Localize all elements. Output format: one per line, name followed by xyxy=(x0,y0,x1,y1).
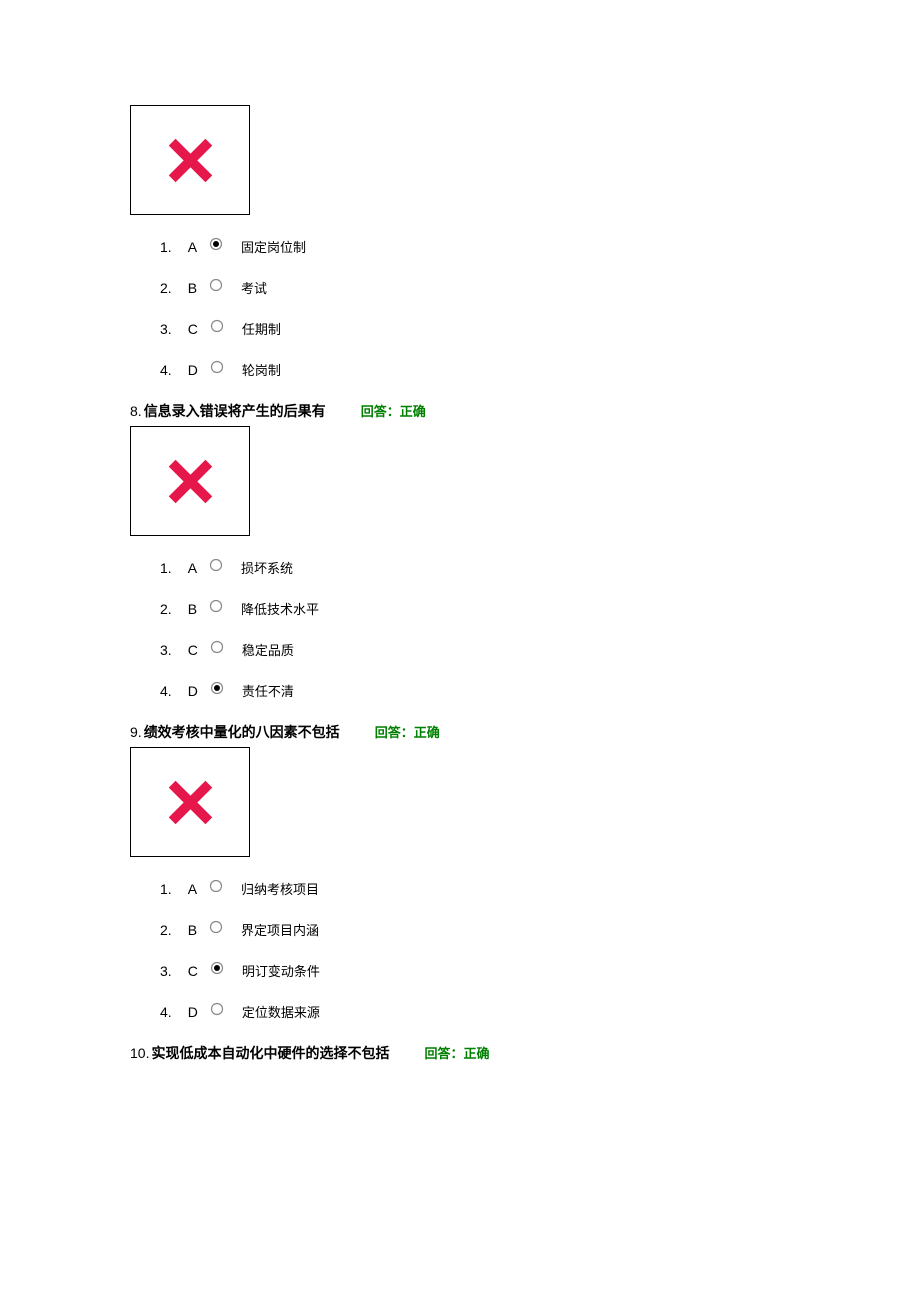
radio-unselected-icon[interactable] xyxy=(209,879,223,893)
question-block-10: 10. 实现低成本自动化中硬件的选择不包括 回答：正确 xyxy=(130,1043,790,1063)
option-letter: C xyxy=(188,963,198,979)
option-letter: B xyxy=(188,922,197,938)
question-number: 9. xyxy=(130,724,142,740)
option-text: 轮岗制 xyxy=(242,360,281,379)
option-item[interactable]: 4. D 定位数据来源 xyxy=(160,1002,790,1021)
radio-unselected-icon[interactable] xyxy=(210,640,224,654)
options-list: 1. A 损坏系统 2. B 降低技术水平 3. C 稳定品质 4. D xyxy=(160,558,790,700)
radio-unselected-icon[interactable] xyxy=(209,278,223,292)
option-text: 定位数据来源 xyxy=(242,1002,320,1021)
question-block-9: 9. 绩效考核中量化的八因素不包括 回答：正确 1. A 归纳考核项目 2. B… xyxy=(130,722,790,1021)
option-number: 1. xyxy=(160,239,172,255)
option-text: 归纳考核项目 xyxy=(241,879,319,898)
broken-image-placeholder xyxy=(130,747,250,857)
option-letter: A xyxy=(188,239,197,255)
radio-unselected-icon[interactable] xyxy=(209,599,223,613)
option-item[interactable]: 2. B 降低技术水平 xyxy=(160,599,790,618)
radio-unselected-icon[interactable] xyxy=(209,920,223,934)
question-block-8: 8. 信息录入错误将产生的后果有 回答：正确 1. A 损坏系统 2. B 降低… xyxy=(130,401,790,700)
option-item[interactable]: 2. B 考试 xyxy=(160,278,790,297)
option-item[interactable]: 4. D 责任不清 xyxy=(160,681,790,700)
option-text: 明订变动条件 xyxy=(242,961,320,980)
answer-status: 回答：正确 xyxy=(361,401,426,420)
option-letter: B xyxy=(188,280,197,296)
option-number: 1. xyxy=(160,881,172,897)
option-item[interactable]: 2. B 界定项目内涵 xyxy=(160,920,790,939)
broken-image-placeholder xyxy=(130,105,250,215)
option-letter: D xyxy=(188,683,198,699)
question-text: 绩效考核中量化的八因素不包括 xyxy=(144,722,340,742)
question-block-7: 1. A 固定岗位制 2. B 考试 3. C 任期制 4. D xyxy=(130,105,790,379)
option-letter: A xyxy=(188,560,197,576)
option-text: 降低技术水平 xyxy=(241,599,319,618)
option-item[interactable]: 1. A 损坏系统 xyxy=(160,558,790,577)
answer-status: 回答：正确 xyxy=(424,1043,489,1062)
option-text: 稳定品质 xyxy=(242,640,294,659)
question-number: 8. xyxy=(130,403,142,419)
option-text: 损坏系统 xyxy=(241,558,293,577)
option-letter: D xyxy=(188,1004,198,1020)
option-number: 2. xyxy=(160,601,172,617)
radio-selected-icon[interactable] xyxy=(210,961,224,975)
option-number: 2. xyxy=(160,922,172,938)
option-letter: A xyxy=(188,881,197,897)
option-item[interactable]: 1. A 固定岗位制 xyxy=(160,237,790,256)
option-number: 4. xyxy=(160,1004,172,1020)
options-list: 1. A 归纳考核项目 2. B 界定项目内涵 3. C 明订变动条件 4. D xyxy=(160,879,790,1021)
option-number: 3. xyxy=(160,963,172,979)
option-letter: D xyxy=(188,362,198,378)
option-letter: C xyxy=(188,321,198,337)
radio-selected-icon[interactable] xyxy=(209,237,223,251)
option-item[interactable]: 4. D 轮岗制 xyxy=(160,360,790,379)
option-text: 固定岗位制 xyxy=(241,237,306,256)
option-text: 考试 xyxy=(241,278,267,297)
x-mark-icon xyxy=(163,775,218,830)
option-item[interactable]: 3. C 任期制 xyxy=(160,319,790,338)
options-list: 1. A 固定岗位制 2. B 考试 3. C 任期制 4. D xyxy=(160,237,790,379)
radio-unselected-icon[interactable] xyxy=(209,558,223,572)
radio-unselected-icon[interactable] xyxy=(210,360,224,374)
option-item[interactable]: 1. A 归纳考核项目 xyxy=(160,879,790,898)
question-header: 10. 实现低成本自动化中硬件的选择不包括 回答：正确 xyxy=(130,1043,790,1063)
x-mark-icon xyxy=(163,454,218,509)
option-number: 1. xyxy=(160,560,172,576)
radio-selected-icon[interactable] xyxy=(210,681,224,695)
option-number: 4. xyxy=(160,362,172,378)
answer-status: 回答：正确 xyxy=(375,722,440,741)
option-number: 4. xyxy=(160,683,172,699)
x-mark-icon xyxy=(163,133,218,188)
option-text: 界定项目内涵 xyxy=(241,920,319,939)
option-number: 3. xyxy=(160,642,172,658)
radio-unselected-icon[interactable] xyxy=(210,319,224,333)
option-text: 任期制 xyxy=(242,319,281,338)
question-text: 信息录入错误将产生的后果有 xyxy=(144,401,326,421)
option-text: 责任不清 xyxy=(242,681,294,700)
option-item[interactable]: 3. C 明订变动条件 xyxy=(160,961,790,980)
question-header: 9. 绩效考核中量化的八因素不包括 回答：正确 xyxy=(130,722,790,742)
option-number: 3. xyxy=(160,321,172,337)
radio-unselected-icon[interactable] xyxy=(210,1002,224,1016)
question-header: 8. 信息录入错误将产生的后果有 回答：正确 xyxy=(130,401,790,421)
option-number: 2. xyxy=(160,280,172,296)
option-letter: B xyxy=(188,601,197,617)
question-number: 10. xyxy=(130,1045,149,1061)
broken-image-placeholder xyxy=(130,426,250,536)
option-item[interactable]: 3. C 稳定品质 xyxy=(160,640,790,659)
option-letter: C xyxy=(188,642,198,658)
question-text: 实现低成本自动化中硬件的选择不包括 xyxy=(151,1043,389,1063)
